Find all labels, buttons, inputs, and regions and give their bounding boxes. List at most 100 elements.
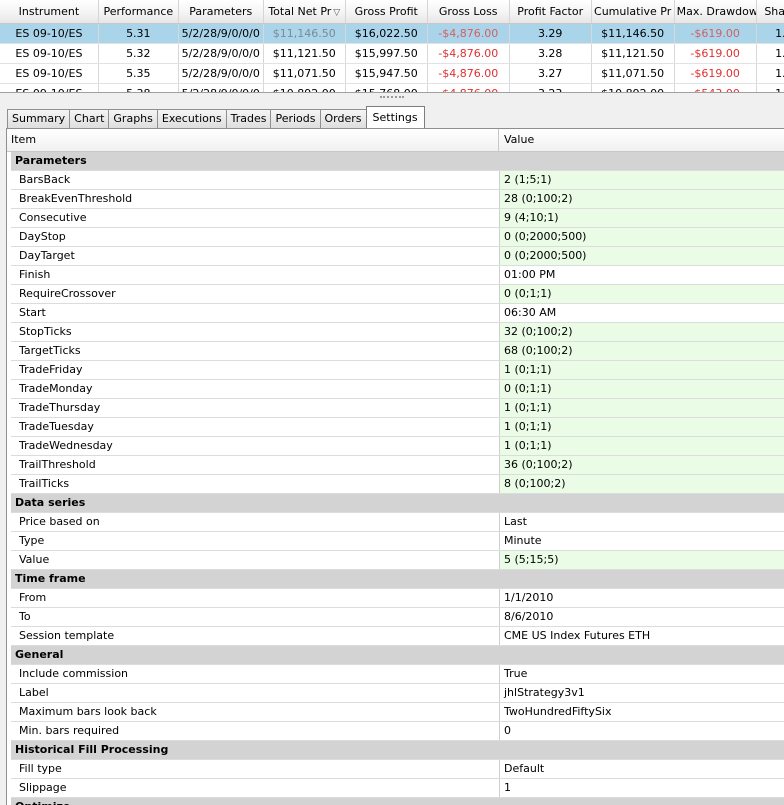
results-grid[interactable]: Instrument Performance Parameters Total Net… (0, 0, 784, 93)
column-header-instrument[interactable]: Instrument (0, 0, 99, 24)
column-header-label: Cumulative Pr (594, 4, 672, 18)
setting-row[interactable]: TrailTicks 8 (0;100;2) (11, 475, 784, 494)
section-header[interactable]: Time frame (11, 570, 784, 589)
tab-summary[interactable]: Summary (7, 109, 71, 128)
setting-value[interactable]: CME US Index Futures ETH (500, 627, 784, 645)
setting-value[interactable]: Default (500, 760, 784, 778)
setting-value[interactable]: 0 (500, 722, 784, 740)
setting-value[interactable]: 36 (0;100;2) (500, 456, 784, 474)
setting-value[interactable]: 2 (1;5;1) (500, 171, 784, 189)
setting-value[interactable]: 0 (0;2000;500) (500, 247, 784, 265)
table-row[interactable]: ES 09-10/ES 5.32 5/2/28/9/0/0/0 $11,121.50 $… (0, 43, 784, 64)
column-header-gross-loss[interactable]: Gross Loss (427, 0, 510, 24)
tab-executions[interactable]: Executions (156, 109, 227, 128)
section-header[interactable]: Parameters (11, 152, 784, 171)
table-cell: 3.23 (509, 83, 592, 92)
setting-value[interactable]: 32 (0;100;2) (500, 323, 784, 341)
setting-value[interactable]: 0 (0;1;1) (500, 380, 784, 398)
splitter-grip[interactable] (380, 96, 404, 98)
tab-chart[interactable]: Chart (69, 109, 110, 128)
setting-row[interactable]: DayStop 0 (0;2000;500) (11, 228, 784, 247)
setting-row[interactable]: RequireCrossover 0 (0;1;1) (11, 285, 784, 304)
setting-value[interactable]: Last (500, 513, 784, 531)
column-header-parameters[interactable]: Parameters (178, 0, 264, 24)
column-header-performance[interactable]: Performance (98, 0, 179, 24)
setting-value[interactable]: 1 (0;1;1) (500, 418, 784, 436)
table-row[interactable]: ES 09-10/ES 5.31 5/2/28/9/0/0/0 $11,146.50 $… (0, 23, 784, 44)
section-label: Parameters (15, 154, 87, 167)
section-header[interactable]: Historical Fill Processing (11, 741, 784, 760)
setting-row[interactable]: From 1/1/2010 (11, 589, 784, 608)
section-header[interactable]: General (11, 646, 784, 665)
setting-value[interactable]: 1 (0;1;1) (500, 437, 784, 455)
setting-value[interactable]: 68 (0;100;2) (500, 342, 784, 360)
column-header-sharpe[interactable]: Sharpe (756, 0, 784, 24)
setting-value[interactable]: 0 (0;2000;500) (500, 228, 784, 246)
setting-value[interactable]: 1 (0;1;1) (500, 361, 784, 379)
setting-value[interactable]: 8/6/2010 (500, 608, 784, 626)
setting-row[interactable]: TradeWednesday 1 (0;1;1) (11, 437, 784, 456)
setting-value[interactable]: 01:00 PM (500, 266, 784, 284)
setting-row[interactable]: TargetTicks 68 (0;100;2) (11, 342, 784, 361)
setting-row[interactable]: Finish 01:00 PM (11, 266, 784, 285)
setting-value[interactable]: 5 (5;15;5) (500, 551, 784, 569)
tab-graphs[interactable]: Graphs (108, 109, 158, 128)
setting-row[interactable]: Label jhlStrategy3v1 (11, 684, 784, 703)
setting-row[interactable]: Consecutive 9 (4;10;1) (11, 209, 784, 228)
setting-value[interactable]: 1/1/2010 (500, 589, 784, 607)
tab-periods[interactable]: Periods (270, 109, 321, 128)
setting-value[interactable]: jhlStrategy3v1 (500, 684, 784, 702)
setting-row[interactable]: TradeMonday 0 (0;1;1) (11, 380, 784, 399)
table-row[interactable]: ES 09-10/ES 5.38 5/2/28/9/0/0/0 $10,892.00 $… (0, 83, 784, 92)
setting-value[interactable]: 1 (0;1;1) (500, 399, 784, 417)
setting-row[interactable]: TradeFriday 1 (0;1;1) (11, 361, 784, 380)
sort-descending-icon: ▽ (333, 7, 341, 18)
tab-settings[interactable]: Settings (365, 106, 425, 128)
setting-value[interactable]: TwoHundredFiftySix (500, 703, 784, 721)
column-header-max-drawdow[interactable]: Max. Drawdow (674, 0, 757, 24)
setting-row[interactable]: Session template CME US Index Futures ETH (11, 627, 784, 646)
section-label: Data series (15, 496, 86, 509)
setting-row[interactable]: Price based on Last (11, 513, 784, 532)
setting-row[interactable]: Maximum bars look back TwoHundredFiftySix (11, 703, 784, 722)
section-header[interactable]: Optimize (11, 798, 784, 805)
table-row[interactable]: ES 09-10/ES 5.35 5/2/28/9/0/0/0 $11,071.50 $… (0, 63, 784, 84)
tab-orders[interactable]: Orders (319, 109, 367, 128)
setting-row[interactable]: TradeTuesday 1 (0;1;1) (11, 418, 784, 437)
column-header-total-net-pr[interactable]: Total Net Pr ▽ (263, 0, 346, 24)
setting-value[interactable]: 8 (0;100;2) (500, 475, 784, 493)
setting-value[interactable]: 1 (500, 779, 784, 797)
column-header-label: Performance (103, 4, 174, 18)
setting-value[interactable]: 0 (0;1;1) (500, 285, 784, 303)
setting-row[interactable]: TradeThursday 1 (0;1;1) (11, 399, 784, 418)
setting-row[interactable]: Type Minute (11, 532, 784, 551)
setting-row[interactable]: Slippage 1 (11, 779, 784, 798)
column-header-profit-factor[interactable]: Profit Factor (509, 0, 592, 24)
table-cell: 3.29 (509, 23, 592, 44)
column-header-cumulative-pr[interactable]: Cumulative Pr (591, 0, 675, 24)
setting-row[interactable]: Fill type Default (11, 760, 784, 779)
setting-value[interactable]: 06:30 AM (500, 304, 784, 322)
column-header-value[interactable]: Value (499, 129, 784, 151)
setting-row[interactable]: DayTarget 0 (0;2000;500) (11, 247, 784, 266)
setting-value[interactable]: 9 (4;10;1) (500, 209, 784, 227)
column-header-item[interactable]: Item (7, 129, 499, 151)
splitter[interactable] (0, 93, 784, 101)
setting-row[interactable]: BreakEvenThreshold 28 (0;100;2) (11, 190, 784, 209)
setting-value[interactable]: 28 (0;100;2) (500, 190, 784, 208)
setting-name: TradeWednesday (11, 437, 500, 455)
setting-row[interactable]: Include commission True (11, 665, 784, 684)
setting-value[interactable]: True (500, 665, 784, 683)
setting-row[interactable]: Min. bars required 0 (11, 722, 784, 741)
setting-row[interactable]: Value 5 (5;15;5) (11, 551, 784, 570)
setting-row[interactable]: TrailThreshold 36 (0;100;2) (11, 456, 784, 475)
section-header[interactable]: Data series (11, 494, 784, 513)
setting-value[interactable]: Minute (500, 532, 784, 550)
column-header-gross-profit[interactable]: Gross Profit (345, 0, 428, 24)
table-cell: 1.8 (756, 43, 784, 64)
setting-row[interactable]: StopTicks 32 (0;100;2) (11, 323, 784, 342)
tab-trades[interactable]: Trades (225, 109, 272, 128)
setting-row[interactable]: To 8/6/2010 (11, 608, 784, 627)
setting-row[interactable]: Start 06:30 AM (11, 304, 784, 323)
setting-row[interactable]: BarsBack 2 (1;5;1) (11, 171, 784, 190)
